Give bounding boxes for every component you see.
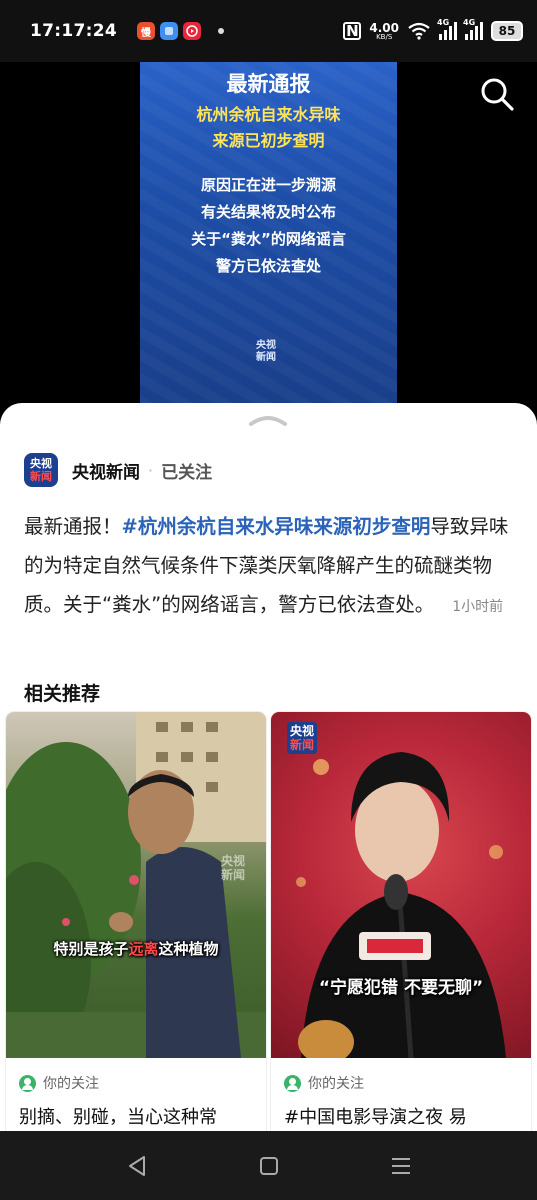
hashtag-link[interactable]: #杭州余杭自来水异味来源初步查明 (122, 515, 431, 538)
video-player[interactable]: 最新通报 杭州余杭自来水异味 来源已初步查明 原因正在进一步溯源 有关结果将及时… (0, 62, 537, 422)
card-title: #中国电影导演之夜 易 (284, 1107, 467, 1128)
notification-app-icons: 慢 (136, 22, 224, 40)
related-section-title: 相关推荐 (24, 683, 101, 705)
signal-icon-2: 4G (463, 18, 483, 40)
cctv-news-logo: 央视 新闻 (287, 722, 318, 754)
related-card-thumbnail: “宁愿犯错 不要无聊” 央视 新闻 (271, 712, 531, 1058)
caption-text: 这种植物 (158, 940, 219, 958)
author-name[interactable]: 央视新闻 (72, 458, 140, 483)
video-frame: 最新通报 杭州余杭自来水异味 来源已初步查明 原因正在进一步溯源 有关结果将及时… (140, 62, 397, 407)
signal-icon-1: 4G (437, 18, 457, 40)
author-avatar[interactable]: 央视 新闻 (24, 453, 58, 487)
thumbnail-caption: “宁愿犯错 不要无聊” (318, 978, 484, 998)
card-meta-label: 你的关注 (43, 1076, 99, 1092)
caption-highlight: 远离 (128, 940, 159, 958)
video-body-line: 有关结果将及时公布 (200, 203, 336, 221)
user-follow-icon (284, 1074, 301, 1092)
related-card-thumbnail: 特别是孩子远离这种植物 央视 新闻 (6, 712, 266, 1058)
video-body-line: 关于“粪水”的网络谣言 (191, 230, 346, 248)
network-speed-value: 4.00 (369, 20, 399, 35)
watermark-line: 央视 (290, 724, 315, 738)
back-icon[interactable] (124, 1153, 150, 1179)
status-time: 17:17:24 (30, 21, 117, 41)
video-body-line: 原因正在进一步溯源 (200, 176, 336, 194)
home-icon[interactable] (256, 1153, 282, 1179)
caption-text: 特别是孩子 (53, 940, 129, 958)
logo-line: 新闻 (256, 352, 276, 363)
search-icon[interactable] (479, 76, 515, 112)
video-subtitle-line: 杭州余杭自来水异味 (196, 105, 341, 124)
sheet-handle-chevron-up-icon[interactable] (248, 413, 288, 427)
video-body: 原因正在进一步溯源 有关结果将及时公布 关于“粪水”的网络谣言 警方已依法查处 (140, 172, 397, 280)
menu-icon[interactable] (388, 1153, 414, 1179)
thumbnail-caption: 特别是孩子远离这种植物 (6, 938, 266, 959)
follow-status-button[interactable]: 已关注 (161, 458, 212, 483)
related-card-2[interactable]: “宁愿犯错 不要无聊” 央视 新闻 你的关注 #中国电影导演之夜 易 (271, 712, 531, 1131)
video-body-line: 警方已依法查处 (215, 257, 321, 275)
battery-icon: 85 (491, 21, 523, 41)
system-navigation-bar (0, 1131, 537, 1200)
watermark-line: 新闻 (221, 868, 246, 882)
network-type-1: 4G (437, 18, 450, 27)
logo-line: 央视 (256, 340, 276, 351)
card-meta-label: 你的关注 (308, 1076, 364, 1092)
card-meta: 你的关注 (6, 1058, 266, 1093)
network-type-2: 4G (463, 18, 476, 27)
speaker-scene-image (296, 752, 506, 1058)
nfc-icon: N (343, 22, 362, 40)
cctv-news-logo: 央视 新闻 (256, 340, 276, 364)
watermark-line: 央视 (221, 854, 246, 868)
status-bar: 17:17:24 慢 N 4.00 KB/S 4G 4G 85 (0, 0, 537, 62)
post-text-prefix: 最新通报！ (24, 515, 122, 538)
video-subtitle-line: 来源已初步查明 (212, 131, 325, 150)
notification-app-icon-2 (159, 22, 178, 40)
video-subtitle: 杭州余杭自来水异味 来源已初步查明 (140, 102, 397, 154)
avatar-line: 新闻 (30, 470, 52, 483)
post-time: 1小时前 (452, 599, 504, 615)
post-detail-sheet: 央视 新闻 央视新闻 · 已关注 最新通报！#杭州余杭自来水异味来源初步查明导致… (0, 403, 537, 1131)
network-speed-unit: KB/S (376, 32, 393, 41)
post-text: 最新通报！#杭州余杭自来水异味来源初步查明导致异味的为特定自然气候条件下藻类厌氧… (24, 507, 514, 627)
officer-scene-image (6, 712, 266, 1058)
more-notifications-dot (217, 28, 224, 34)
video-title: 最新通报 (226, 72, 311, 96)
avatar-line: 央视 (30, 457, 52, 470)
watermark-line: 新闻 (290, 738, 315, 752)
cctv-news-watermark: 央视 新闻 (221, 854, 245, 882)
author-row: 央视 新闻 央视新闻 · 已关注 (24, 453, 212, 487)
card-title: 别摘、别碰，当心这种常 (19, 1107, 217, 1128)
notification-app-icon-1: 慢 (136, 22, 155, 40)
related-card-1[interactable]: 特别是孩子远离这种植物 央视 新闻 你的关注 别摘、别碰，当心这种常 (6, 712, 266, 1131)
user-follow-icon (19, 1074, 36, 1092)
notification-app-icon-3 (182, 22, 201, 40)
network-speed: 4.00 KB/S (369, 22, 399, 41)
separator: · (148, 460, 154, 480)
card-meta: 你的关注 (271, 1058, 531, 1093)
wifi-icon (408, 22, 430, 40)
